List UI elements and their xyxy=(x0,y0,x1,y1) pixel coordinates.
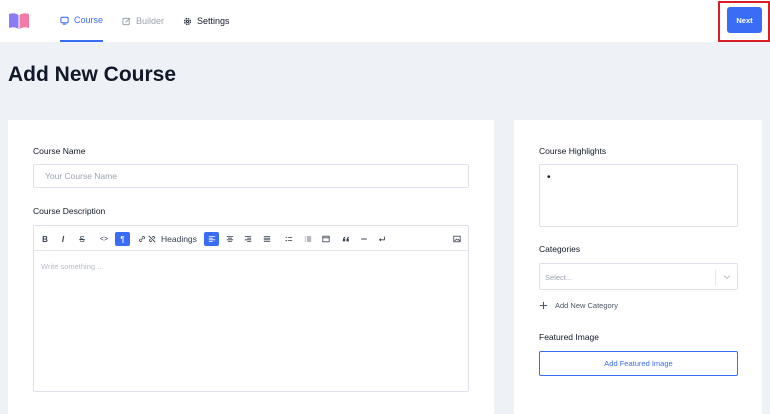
next-button[interactable]: Next xyxy=(727,7,762,33)
align-left-button[interactable] xyxy=(204,232,219,246)
align-right-button[interactable] xyxy=(241,232,255,246)
course-highlights-input[interactable]: • xyxy=(539,164,738,227)
plus-icon xyxy=(539,301,548,310)
bullet-list-button[interactable] xyxy=(282,232,296,246)
select-separator xyxy=(715,270,716,285)
align-justify-icon xyxy=(263,236,271,242)
edit-icon xyxy=(122,17,131,25)
add-new-category-button[interactable]: Add New Category xyxy=(539,301,618,310)
quote-icon xyxy=(342,236,349,242)
horizontal-rule-icon xyxy=(361,238,367,240)
course-description-editor[interactable]: B I S <> ¶ Headings Write something ... xyxy=(33,225,469,392)
book-logo-icon[interactable] xyxy=(8,12,30,30)
tab-course-label: Course xyxy=(74,15,104,25)
unlink-button[interactable] xyxy=(145,232,159,246)
numbered-list-icon xyxy=(304,236,312,242)
align-left-icon xyxy=(208,236,215,242)
bold-button[interactable]: B xyxy=(38,232,52,246)
embed-button[interactable] xyxy=(319,232,333,246)
tab-settings-label: Settings xyxy=(197,16,230,26)
align-right-icon xyxy=(244,236,252,242)
italic-button[interactable]: I xyxy=(56,232,70,246)
categories-placeholder: Select... xyxy=(545,273,573,282)
course-name-label: Course Name xyxy=(33,146,86,156)
top-bar: Course Builder Settings Next xyxy=(0,0,770,42)
headings-button[interactable]: Headings xyxy=(161,232,197,246)
align-center-icon xyxy=(226,236,234,242)
featured-image-label: Featured Image xyxy=(539,332,600,342)
tab-course[interactable]: Course xyxy=(60,0,104,42)
blockquote-button[interactable] xyxy=(339,232,353,246)
embed-icon xyxy=(322,235,330,243)
strike-button[interactable]: S xyxy=(75,232,89,246)
paragraph-button[interactable]: ¶ xyxy=(115,232,130,246)
line-break-button[interactable] xyxy=(375,232,389,246)
course-name-input[interactable] xyxy=(33,164,469,188)
tab-settings[interactable]: Settings xyxy=(183,0,230,42)
course-settings-card: Course Highlights • Categories Select...… xyxy=(514,120,762,414)
unlink-icon xyxy=(148,235,156,243)
editor-placeholder: Write something ... xyxy=(41,262,104,271)
horizontal-rule-button[interactable] xyxy=(357,232,371,246)
tab-builder-label: Builder xyxy=(136,16,165,26)
monitor-icon xyxy=(60,16,69,25)
chevron-down-icon xyxy=(723,275,731,280)
course-highlights-label: Course Highlights xyxy=(539,146,607,156)
course-description-label: Course Description xyxy=(33,206,106,216)
insert-image-button[interactable] xyxy=(450,232,464,246)
code-button[interactable]: <> xyxy=(97,232,111,246)
align-center-button[interactable] xyxy=(223,232,237,246)
course-form-card: Course Name Course Description B I S <> … xyxy=(8,120,494,414)
gear-icon xyxy=(183,17,192,25)
page-title: Add New Course xyxy=(8,63,177,86)
categories-select[interactable]: Select... xyxy=(539,263,738,290)
bullet-list-icon xyxy=(285,236,293,242)
add-featured-image-button[interactable]: Add Featured Image xyxy=(539,351,738,376)
image-icon xyxy=(453,235,461,243)
highlight-bullet: • xyxy=(547,172,551,183)
editor-toolbar: B I S <> ¶ Headings xyxy=(34,226,468,251)
numbered-list-button[interactable] xyxy=(301,232,315,246)
add-new-category-label: Add New Category xyxy=(555,301,618,310)
align-justify-button[interactable] xyxy=(260,232,274,246)
categories-label: Categories xyxy=(539,244,581,254)
return-icon xyxy=(378,236,385,242)
tab-builder[interactable]: Builder xyxy=(122,0,164,42)
